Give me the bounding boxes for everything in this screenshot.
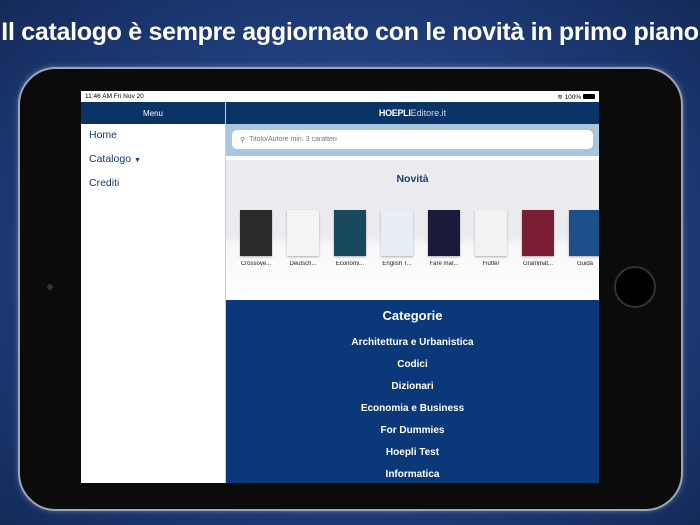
category-item[interactable]: Hoepli Test: [226, 447, 599, 469]
status-time: 11:46 AM Fri Nov 20: [85, 93, 144, 100]
home-button: [614, 266, 656, 308]
book-item[interactable]: Crossove...: [240, 210, 272, 267]
category-item[interactable]: Architettura e Urbanistica: [226, 337, 599, 359]
main-content: HOEPLI Editore.it ⚲ Titolo/Autore min. 3 c…: [226, 102, 599, 483]
categorie-title: Categorie: [382, 308, 443, 323]
brand-light: Editore.it: [410, 108, 447, 118]
book-cover: [334, 210, 366, 256]
novita-title: Novità: [396, 173, 429, 185]
book-cover: [522, 210, 554, 256]
wifi-icon: ≋: [557, 93, 563, 101]
book-title: Economi...: [335, 261, 365, 267]
app-screen: 11:46 AM Fri Nov 20 ≋ 100% Menu Home Cat…: [81, 91, 599, 483]
book-item[interactable]: Flutter: [475, 210, 507, 267]
search-placeholder: Titolo/Autore min. 3 caratteri: [249, 136, 337, 143]
category-item[interactable]: Economia e Business: [226, 403, 599, 425]
book-title: Fare mar...: [429, 261, 459, 267]
search-input[interactable]: ⚲ Titolo/Autore min. 3 caratteri: [232, 130, 593, 149]
categorie-section: Categorie Architettura e Urbanistica Codi…: [226, 300, 599, 483]
category-item[interactable]: Dizionari: [226, 381, 599, 403]
book-item[interactable]: Guida: [569, 210, 599, 267]
book-title: Crossove...: [240, 261, 272, 267]
camera-icon: [47, 284, 53, 290]
book-cover: [381, 210, 413, 256]
book-title: Flutter: [482, 261, 500, 267]
book-cover: [475, 210, 507, 256]
sidebar-item-label: Catalogo: [89, 153, 132, 165]
sidebar-item-catalogo[interactable]: Catalogo ▼: [81, 148, 225, 172]
book-item[interactable]: Deutsch...: [287, 210, 319, 267]
sidebar: Menu Home Catalogo ▼ Crediti: [81, 102, 226, 483]
book-title: Guida: [576, 261, 593, 267]
book-item[interactable]: Fare mar...: [428, 210, 460, 267]
status-bar: 11:46 AM Fri Nov 20 ≋ 100%: [81, 91, 599, 102]
sidebar-title: Menu: [81, 102, 225, 124]
book-item[interactable]: Grammat...: [522, 210, 554, 267]
search-icon: ⚲: [240, 136, 246, 144]
book-title: Deutsch...: [289, 261, 317, 267]
book-item[interactable]: English T...: [381, 210, 413, 267]
book-title: English T...: [382, 261, 412, 267]
caret-down-icon: ▼: [133, 157, 141, 164]
book-cover: [428, 210, 460, 256]
book-cover: [240, 210, 272, 256]
book-item[interactable]: Economi...: [334, 210, 366, 267]
book-cover: [569, 210, 599, 256]
brand-bold: HOEPLI: [378, 108, 411, 118]
battery-indicator: ≋ 100%: [557, 93, 595, 101]
sidebar-item-home[interactable]: Home: [81, 124, 225, 148]
sidebar-item-crediti[interactable]: Crediti: [81, 172, 225, 196]
novita-section: Novità Crossove... Deutsch... Economi... En…: [226, 156, 599, 300]
book-title: Grammat...: [522, 261, 553, 267]
book-carousel[interactable]: Crossove... Deutsch... Economi... English T…: [240, 210, 599, 267]
promo-headline: Il catalogo è sempre aggiornato con le n…: [1, 18, 699, 46]
brand-logo: HOEPLI Editore.it: [226, 102, 599, 124]
search-area: ⚲ Titolo/Autore min. 3 caratteri: [226, 124, 599, 156]
category-item[interactable]: Codici: [226, 359, 599, 381]
category-item[interactable]: For Dummies: [226, 425, 599, 447]
category-item[interactable]: Informatica: [226, 469, 599, 483]
battery-icon: [583, 94, 595, 100]
book-cover: [287, 210, 319, 256]
battery-percent: 100%: [564, 93, 582, 101]
